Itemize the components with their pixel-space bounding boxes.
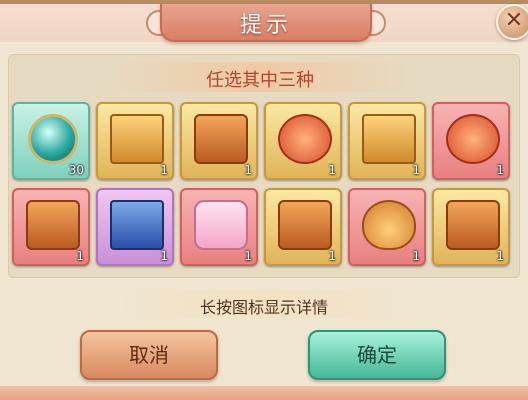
hint-text: 长按图标显示详情 bbox=[199, 298, 328, 317]
item-count: 1 bbox=[160, 249, 168, 263]
open-chest-icon bbox=[278, 114, 332, 164]
pouch-icon bbox=[446, 114, 500, 164]
item-count: 1 bbox=[244, 163, 252, 177]
octagonal-box-icon bbox=[26, 200, 80, 250]
coin-bag-icon bbox=[362, 200, 416, 250]
cancel-button[interactable]: 取消 bbox=[80, 330, 218, 380]
confirm-button[interactable]: 确定 bbox=[308, 330, 446, 380]
item-slot[interactable]: 1 bbox=[432, 188, 510, 266]
item-count: 1 bbox=[328, 163, 336, 177]
subtitle-band: 任选其中三种 bbox=[110, 62, 410, 92]
item-slot[interactable]: 1 bbox=[180, 188, 258, 266]
ornate-chest-icon bbox=[278, 200, 332, 250]
floral-chest-icon bbox=[446, 200, 500, 250]
item-count: 30 bbox=[68, 163, 84, 177]
close-button[interactable]: ✕ bbox=[496, 4, 528, 40]
item-slot[interactable]: 1 bbox=[12, 188, 90, 266]
gift-box-icon bbox=[362, 114, 416, 164]
item-count: 1 bbox=[76, 249, 84, 263]
item-slot[interactable]: 1 bbox=[96, 188, 174, 266]
hint-band: 长按图标显示详情 bbox=[120, 290, 408, 318]
dialog: 提示 ✕ 任选其中三种 30 1 1 1 1 1 1 1 1 1 1 1 长按图… bbox=[0, 0, 528, 400]
gift-box-icon bbox=[110, 114, 164, 164]
title-plate: 提示 bbox=[160, 4, 372, 42]
item-count: 1 bbox=[412, 249, 420, 263]
item-count: 1 bbox=[496, 249, 504, 263]
item-count: 1 bbox=[496, 163, 504, 177]
item-slot[interactable]: 30 bbox=[12, 102, 90, 180]
orb-icon bbox=[28, 114, 78, 164]
item-slot[interactable]: 1 bbox=[96, 102, 174, 180]
item-slot[interactable]: 1 bbox=[432, 102, 510, 180]
item-count: 1 bbox=[328, 249, 336, 263]
close-icon: ✕ bbox=[504, 8, 524, 33]
item-slot[interactable]: 1 bbox=[264, 102, 342, 180]
item-slot[interactable]: 1 bbox=[180, 102, 258, 180]
blue-box-icon bbox=[110, 200, 164, 250]
item-slot[interactable]: 1 bbox=[264, 188, 342, 266]
item-count: 1 bbox=[160, 163, 168, 177]
item-count: 1 bbox=[412, 163, 420, 177]
item-count: 1 bbox=[244, 249, 252, 263]
treasure-chest-icon bbox=[194, 114, 248, 164]
bottom-border bbox=[0, 386, 528, 400]
item-slot[interactable]: 1 bbox=[348, 188, 426, 266]
cake-box-icon bbox=[194, 200, 248, 250]
item-slot[interactable]: 1 bbox=[348, 102, 426, 180]
selection-instruction: 任选其中三种 bbox=[206, 70, 314, 91]
dialog-title: 提示 bbox=[239, 13, 292, 38]
